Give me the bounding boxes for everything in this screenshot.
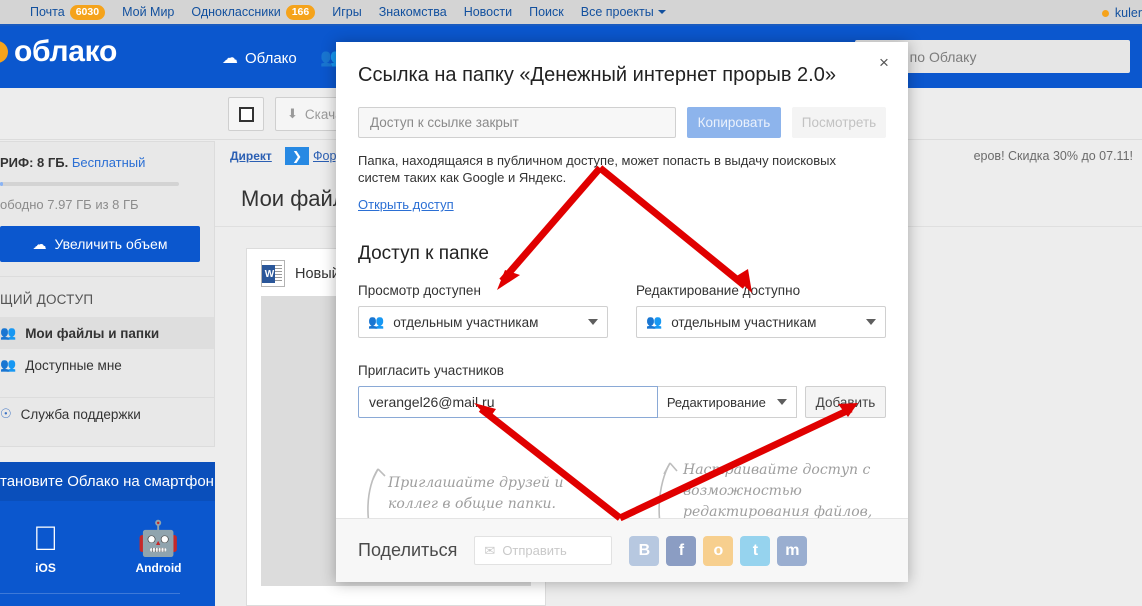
add-participant-button[interactable]: Добавить [805,386,886,418]
share-vk-icon[interactable]: B [629,535,660,566]
close-icon[interactable]: × [873,52,895,74]
edit-permission-group: Редактирование доступно 👥 отдельным учас… [636,283,886,338]
share-link-row: Копировать Посмотреть [336,87,908,138]
envelope-icon: ✉ [484,542,496,558]
share-moimir-icon[interactable]: m [777,535,808,566]
share-label: Поделиться [358,540,458,560]
edit-permission-select[interactable]: 👥 отдельным участникам [636,306,886,338]
share-odnoklassniki-icon[interactable]: o [703,535,734,566]
share-link-input[interactable] [358,107,676,138]
chevron-down-icon [588,319,598,325]
share-twitter-icon[interactable]: t [740,535,771,566]
share-facebook-icon[interactable]: f [666,535,697,566]
invite-participants-label: Пригласить участников [358,363,504,378]
share-folder-dialog: × Ссылка на папку «Денежный интернет про… [336,42,908,582]
copy-link-button[interactable]: Копировать [687,107,781,138]
send-by-mail-button[interactable]: ✉ Отправить [474,536,613,565]
permissions-row: Просмотр доступен 👥 отдельным участникам… [336,265,908,338]
invite-email-input[interactable] [358,386,658,418]
people-icon: 👥 [368,314,385,329]
chevron-down-icon [866,319,876,325]
invite-role-value: Редактирование [666,394,766,410]
view-permission-label: Просмотр доступен [358,283,481,298]
view-permission-group: Просмотр доступен 👥 отдельным участникам [358,283,608,338]
public-access-note: Папка, находящаяся в публичном доступе, … [358,153,837,185]
open-access-link[interactable]: Открыть доступ [358,197,454,212]
send-label: Отправить [502,543,567,558]
folder-access-section-title: Доступ к папке [358,243,489,264]
view-permission-select[interactable]: 👥 отдельным участникам [358,306,608,338]
edit-permission-value: отдельным участникам [671,314,817,330]
social-buttons: B f o t m [629,535,808,566]
invite-role-select[interactable]: Редактирование [657,386,797,418]
invite-row: Редактирование Добавить [336,386,908,418]
hint-left-text: Приглашайте друзей и коллег в общие папк… [388,475,564,512]
edit-permission-label: Редактирование доступно [636,283,801,298]
chevron-down-icon [777,399,787,405]
people-icon: 👥 [646,314,663,329]
dialog-title: Ссылка на папку «Денежный интернет проры… [358,64,836,86]
app-root: Почта 6030 Мой Мир Одноклассники 166 Игр… [0,0,1142,606]
view-link-button[interactable]: Посмотреть [792,107,886,138]
view-permission-value: отдельным участникам [393,314,539,330]
share-footer: Поделиться ✉ Отправить B f o t m [336,518,908,582]
